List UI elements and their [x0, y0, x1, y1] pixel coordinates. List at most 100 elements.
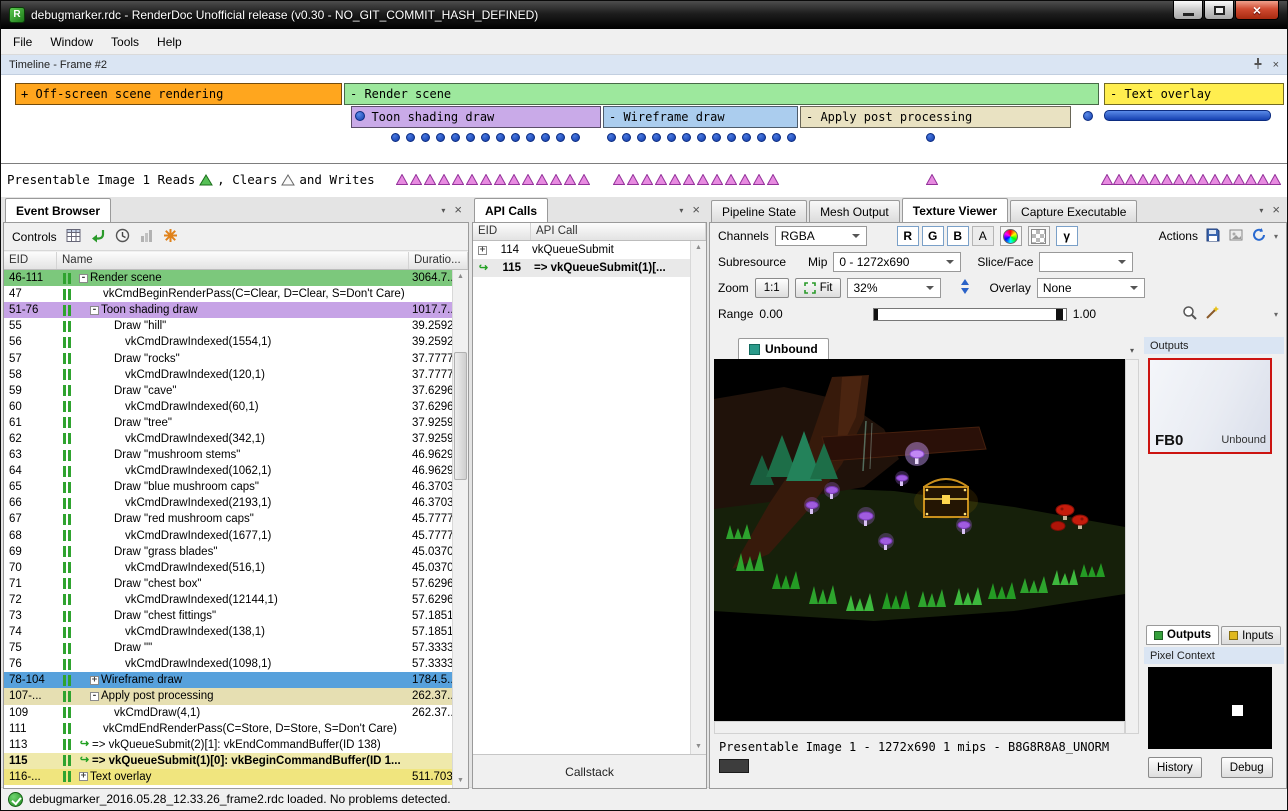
channel-toggle-button[interactable]: R: [897, 226, 919, 246]
panel-close-icon[interactable]: ×: [692, 205, 700, 215]
panel-tab[interactable]: Pipeline State: [711, 200, 807, 222]
event-row[interactable]: 68 vkCmdDrawIndexed(1677,1) 45.77778: [4, 528, 452, 544]
write-markers[interactable]: [396, 174, 590, 185]
event-row[interactable]: 76 vkCmdDrawIndexed(1098,1) 57.33333: [4, 656, 452, 672]
event-row[interactable]: 75 Draw "" 57.33333: [4, 640, 452, 656]
channel-toggle-button[interactable]: A: [972, 226, 994, 246]
io-tab[interactable]: Inputs: [1221, 626, 1281, 645]
event-row[interactable]: 116-... Text overlay 511.7037: [4, 769, 452, 785]
toolbar-overflow-icon[interactable]: ▾: [1274, 310, 1278, 319]
event-row[interactable]: 70 vkCmdDrawIndexed(516,1) 45.03704: [4, 560, 452, 576]
event-row[interactable]: 113 => vkQueueSubmit(2)[1]: vkEndCommand…: [4, 737, 452, 753]
event-row[interactable]: 115 => vkQueueSubmit(1)[0]: vkBeginComma…: [4, 753, 452, 769]
event-table-header[interactable]: EID Name Duratio...: [4, 252, 468, 270]
menu-item[interactable]: File: [4, 31, 41, 53]
channel-toggle-button[interactable]: B: [947, 226, 969, 246]
event-row[interactable]: 46-111 Render scene 3064.7...: [4, 270, 452, 286]
panel-tab[interactable]: Texture Viewer: [902, 198, 1008, 222]
save-icon[interactable]: [1205, 227, 1221, 246]
texture-display[interactable]: [714, 359, 1125, 721]
range-slider[interactable]: [873, 308, 1067, 321]
draw-range-bar[interactable]: [1104, 110, 1271, 121]
select-columns-icon[interactable]: [66, 228, 81, 246]
panel-menu-icon[interactable]: ▾: [441, 206, 445, 215]
draw-dot[interactable]: [355, 111, 365, 121]
black-point-handle[interactable]: [874, 309, 878, 320]
zoom-range-icon[interactable]: [1182, 305, 1198, 324]
stats-icon[interactable]: [139, 228, 154, 246]
event-row[interactable]: 74 vkCmdDrawIndexed(138,1) 57.18518: [4, 624, 452, 640]
event-row[interactable]: 71 Draw "chest box" 57.62963: [4, 576, 452, 592]
event-row[interactable]: 111 vkCmdEndRenderPass(C=Store, D=Store,…: [4, 721, 452, 737]
timeline-panel-header[interactable]: Timeline - Frame #2 ×: [1, 55, 1287, 75]
expand-icon[interactable]: [478, 263, 489, 274]
event-row[interactable]: 57 Draw "rocks" 37.77778: [4, 350, 452, 366]
event-row[interactable]: 107-... Apply post processing 262.37...: [4, 688, 452, 704]
scroll-down-icon[interactable]: ▼: [691, 740, 706, 754]
expand-collapse-icon[interactable]: [79, 739, 90, 750]
event-row[interactable]: 62 vkCmdDrawIndexed(342,1) 37.92593: [4, 431, 452, 447]
open-texture-list-icon[interactable]: [1228, 227, 1244, 246]
gamma-button[interactable]: γ: [1056, 226, 1078, 246]
history-button[interactable]: History: [1148, 757, 1202, 778]
api-call-row[interactable]: 114 vkQueueSubmit: [473, 241, 690, 259]
expand-collapse-icon[interactable]: [90, 676, 99, 685]
event-browser-scrollbar[interactable]: ▲ ▼: [452, 270, 468, 788]
expand-collapse-icon[interactable]: [90, 692, 99, 701]
callstack-section[interactable]: Callstack: [473, 754, 706, 788]
mip-dropdown[interactable]: 0 - 1272x690: [833, 252, 961, 272]
expand-collapse-icon[interactable]: [79, 772, 88, 781]
scroll-down-icon[interactable]: ▼: [453, 774, 468, 788]
event-row[interactable]: 56 vkCmdDrawIndexed(1554,1) 39.25926: [4, 334, 452, 350]
event-row[interactable]: 59 Draw "cave" 37.62963: [4, 383, 452, 399]
event-row[interactable]: 65 Draw "blue mushroom caps" 46.37037: [4, 479, 452, 495]
close-icon[interactable]: ×: [1273, 59, 1279, 71]
expand-collapse-icon[interactable]: [79, 274, 88, 283]
channel-toggle-button[interactable]: G: [922, 226, 944, 246]
scroll-up-icon[interactable]: ▲: [691, 241, 706, 255]
event-row[interactable]: 64 vkCmdDrawIndexed(1062,1) 46.96296: [4, 463, 452, 479]
menu-item[interactable]: Tools: [102, 31, 148, 53]
panel-close-icon[interactable]: ×: [1272, 205, 1280, 215]
event-row[interactable]: 78-104 Wireframe draw 1784.5...: [4, 672, 452, 688]
event-row[interactable]: 47 vkCmdBeginRenderPass(C=Clear, D=Clear…: [4, 286, 452, 302]
flip-y-icon[interactable]: [959, 278, 971, 298]
event-row[interactable]: 58 vkCmdDrawIndexed(120,1) 37.77778: [4, 367, 452, 383]
event-row[interactable]: 67 Draw "red mushroom caps" 45.77778: [4, 511, 452, 527]
event-row[interactable]: 69 Draw "grass blades" 45.03704: [4, 544, 452, 560]
write-markers[interactable]: [1101, 174, 1281, 185]
event-row[interactable]: 60 vkCmdDrawIndexed(60,1) 37.62963: [4, 399, 452, 415]
write-markers[interactable]: [926, 174, 938, 185]
channels-dropdown[interactable]: RGBA: [775, 226, 867, 246]
draw-dots-post[interactable]: [926, 133, 935, 142]
timeline-body[interactable]: + Off-screen scene rendering - Render sc…: [1, 75, 1287, 197]
event-row[interactable]: 63 Draw "mushroom stems" 46.96296: [4, 447, 452, 463]
debug-button[interactable]: Debug: [1221, 757, 1273, 778]
title-bar[interactable]: R debugmarker.rdc - RenderDoc Unofficial…: [1, 1, 1287, 29]
timeline-marker-offscreen[interactable]: + Off-screen scene rendering: [15, 83, 342, 105]
api-call-row[interactable]: 115 => vkQueueSubmit(1)[...: [473, 259, 690, 277]
write-markers[interactable]: [613, 174, 779, 185]
time-durations-icon[interactable]: [115, 228, 130, 246]
draw-dots-wireframe[interactable]: [607, 133, 796, 142]
timeline-marker-toon[interactable]: - Toon shading draw: [351, 106, 601, 128]
tab-api-calls[interactable]: API Calls: [474, 198, 548, 222]
io-tab[interactable]: Outputs: [1146, 625, 1219, 645]
timeline-marker-render-scene[interactable]: - Render scene: [344, 83, 1099, 105]
toolbar-overflow-icon[interactable]: ▾: [1274, 232, 1278, 241]
slice-face-dropdown[interactable]: [1039, 252, 1133, 272]
fb0-thumbnail[interactable]: FB0 Unbound: [1148, 358, 1272, 454]
tab-list-chevron-icon[interactable]: ▾: [1130, 346, 1138, 359]
alpha-background-button[interactable]: [1028, 226, 1050, 246]
white-point-handle[interactable]: [1056, 309, 1063, 320]
resource-usage-strip[interactable]: Presentable Image 1 Reads , Clears and W…: [1, 163, 1287, 197]
panel-tab[interactable]: Mesh Output: [809, 200, 900, 222]
maximize-button[interactable]: [1204, 1, 1234, 20]
timeline-marker-text-overlay[interactable]: - Text overlay: [1104, 83, 1284, 105]
tab-event-browser[interactable]: Event Browser: [5, 198, 111, 222]
draw-dots-toon[interactable]: [391, 133, 580, 142]
zoom-level-combo[interactable]: 32%: [847, 278, 941, 298]
panel-close-icon[interactable]: ×: [454, 205, 462, 215]
goto-current-event-icon[interactable]: [90, 228, 106, 246]
texture-vertical-scrollbar[interactable]: [1125, 359, 1139, 734]
